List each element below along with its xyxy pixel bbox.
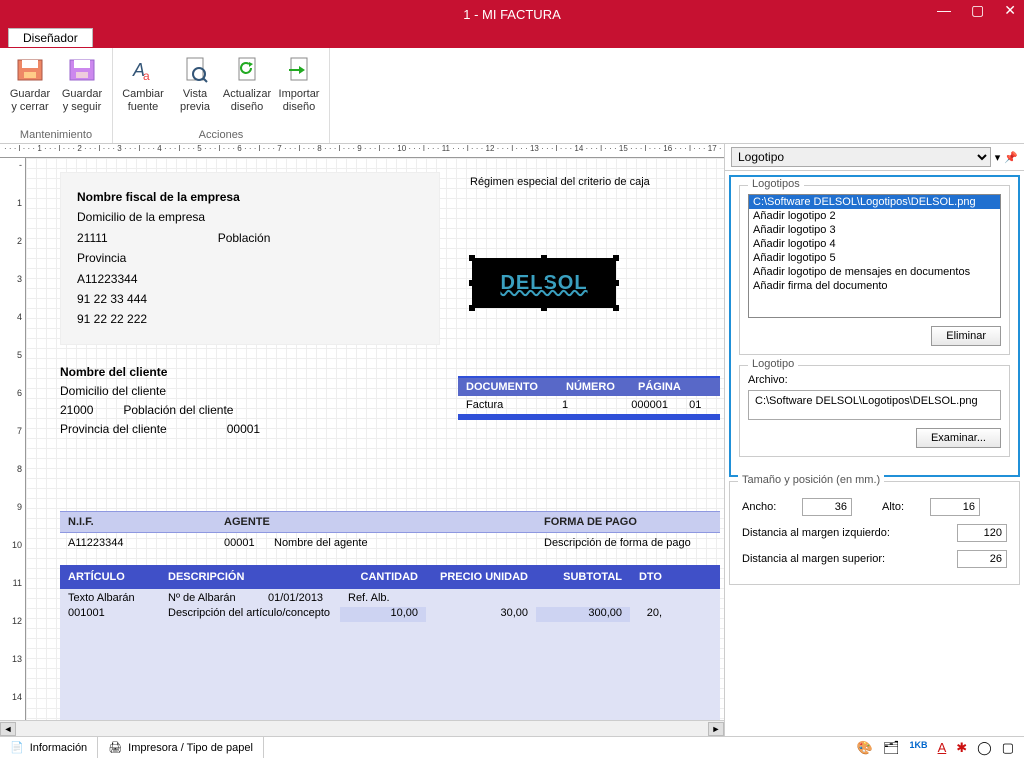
- minimize-button[interactable]: —: [933, 2, 955, 19]
- ribbon-group-mantenimiento: Mantenimiento: [4, 127, 108, 143]
- list-item[interactable]: Añadir logotipo 3: [749, 223, 1000, 237]
- panel-selector-dropdown[interactable]: Logotipo: [731, 147, 991, 167]
- save-close-button[interactable]: Guardary cerrar: [4, 52, 56, 115]
- ruler-horizontal: · · · l · · · 1 · · · l · · · 2 · · · l …: [0, 144, 724, 158]
- scroll-right-button[interactable]: ►: [708, 722, 724, 736]
- status-bar: 📄 Información 🖨 Impresora / Tipo de pape…: [0, 736, 1024, 758]
- list-item[interactable]: C:\Software DELSOL\Logotipos\DELSOL.png: [749, 195, 1000, 209]
- height-input[interactable]: [930, 498, 980, 516]
- properties-panel: Logotipo ▾ 📌 Logotipos C:\Software DELSO…: [724, 144, 1024, 736]
- company-block[interactable]: Nombre fiscal de la empresa Domicilio de…: [60, 172, 440, 345]
- info-icon: 📄: [10, 741, 24, 754]
- window-title: 1 - MI FACTURA: [463, 7, 561, 22]
- scroll-left-button[interactable]: ◄: [0, 722, 16, 736]
- star-icon[interactable]: ✱: [956, 740, 967, 756]
- nif-agente-header[interactable]: N.I.F. AGENTE FORMA DE PAGO: [60, 511, 720, 533]
- archivo-label: Archivo:: [748, 374, 1001, 386]
- ruler-vertical: -1234567891011121314: [0, 158, 26, 720]
- bold-icon[interactable]: 🗂: [883, 740, 900, 756]
- group-logotipos-label: Logotipos: [748, 178, 804, 190]
- close-button[interactable]: ✕: [1000, 2, 1020, 19]
- list-item[interactable]: Añadir logotipo 5: [749, 251, 1000, 265]
- square-icon[interactable]: ▢: [1002, 740, 1014, 756]
- width-input[interactable]: [802, 498, 852, 516]
- margin-left-input[interactable]: [957, 524, 1007, 542]
- change-font-button[interactable]: Aa Cambiarfuente: [117, 52, 169, 115]
- preview-button[interactable]: Vistaprevia: [169, 52, 221, 115]
- import-design-button[interactable]: Importardiseño: [273, 52, 325, 115]
- items-header[interactable]: ARTÍCULO DESCRIPCIÓN CANTIDAD PRECIO UNI…: [60, 565, 720, 589]
- logo-list[interactable]: C:\Software DELSOL\Logotipos\DELSOL.png …: [748, 194, 1001, 318]
- list-item[interactable]: Añadir logotipo de mensajes en documento…: [749, 265, 1000, 279]
- browse-button[interactable]: Examinar...: [916, 428, 1001, 448]
- maximize-button[interactable]: ▢: [967, 2, 988, 19]
- printer-icon: 🖨: [108, 741, 122, 754]
- list-item[interactable]: Añadir logotipo 4: [749, 237, 1000, 251]
- items-body[interactable]: Texto Albarán Nº de Albarán 01/01/2013 R…: [60, 589, 720, 720]
- doc-header-table[interactable]: DOCUMENTO NÚMERO PÁGINA Factura 1 000001…: [458, 376, 720, 420]
- delete-button[interactable]: Eliminar: [931, 326, 1001, 346]
- list-item[interactable]: Añadir firma del documento: [749, 279, 1000, 293]
- group-logotipo-label: Logotipo: [748, 358, 798, 370]
- status-tab-printer[interactable]: 🖨 Impresora / Tipo de papel: [98, 737, 264, 758]
- group-size-label: Tamaño y posición (en mm.): [738, 474, 884, 486]
- margin-top-input[interactable]: [957, 550, 1007, 568]
- pin-icon[interactable]: 📌: [1004, 151, 1018, 164]
- tab-bar: Diseñador: [0, 28, 1024, 48]
- logo-selected-element[interactable]: DELSOL: [472, 258, 616, 308]
- list-item[interactable]: Añadir logotipo 2: [749, 209, 1000, 223]
- archivo-path-input[interactable]: C:\Software DELSOL\Logotipos\DELSOL.png: [748, 390, 1001, 420]
- save-continue-button[interactable]: Guardary seguir: [56, 52, 108, 115]
- ribbon-group-acciones: Acciones: [117, 127, 325, 143]
- nif-agente-row[interactable]: A11223344 00001 Nombre del agente Descri…: [60, 533, 720, 553]
- svg-text:a: a: [143, 69, 150, 83]
- palette-icon[interactable]: 🎨: [857, 740, 873, 756]
- tab-designer[interactable]: Diseñador: [8, 28, 93, 47]
- design-canvas[interactable]: Nombre fiscal de la empresa Domicilio de…: [26, 158, 724, 720]
- circle-icon[interactable]: ◯: [977, 740, 992, 756]
- underline-icon[interactable]: A: [938, 740, 947, 756]
- status-tab-info[interactable]: 📄 Información: [0, 737, 98, 758]
- refresh-design-button[interactable]: Actualizardiseño: [221, 52, 273, 115]
- logo-image: DELSOL: [500, 272, 587, 295]
- regimen-text[interactable]: Régimen especial del criterio de caja: [470, 176, 650, 188]
- ribbon: Guardary cerrar Guardary seguir Mantenim…: [0, 48, 1024, 144]
- chevron-down-icon[interactable]: ▾: [995, 151, 1001, 164]
- horizontal-scrollbar[interactable]: ◄ ►: [0, 720, 724, 736]
- kb-icon[interactable]: 1KB: [910, 740, 928, 756]
- titlebar: 1 - MI FACTURA — ▢ ✕: [0, 0, 1024, 28]
